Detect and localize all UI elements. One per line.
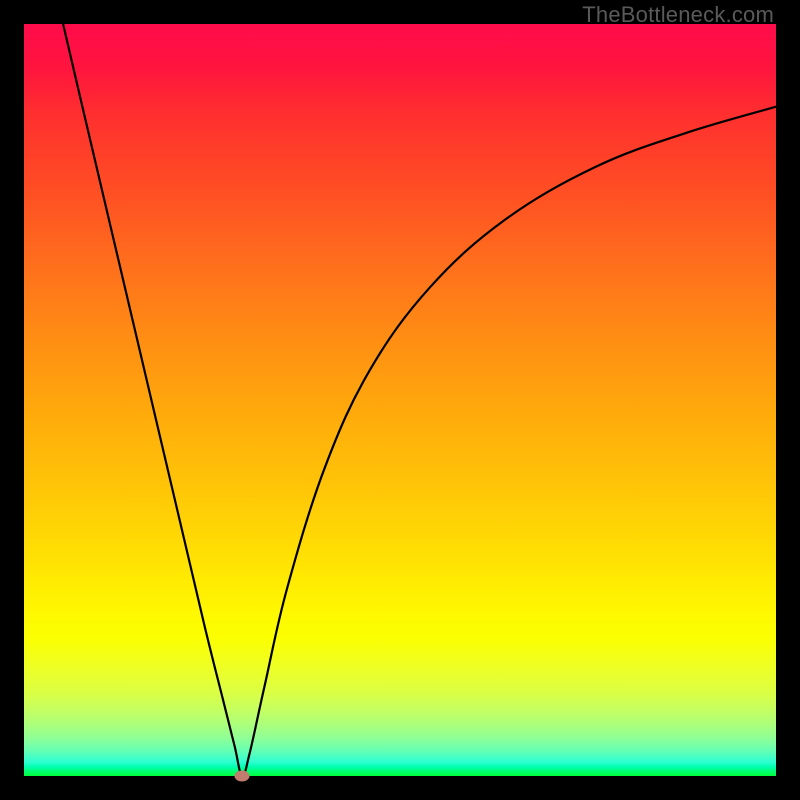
chart-plot-area bbox=[24, 24, 776, 776]
watermark-text: TheBottleneck.com bbox=[582, 2, 774, 28]
chart-curve-svg bbox=[24, 24, 776, 776]
minimum-marker bbox=[235, 771, 250, 782]
bottleneck-curve bbox=[63, 24, 776, 776]
chart-frame: TheBottleneck.com bbox=[0, 0, 800, 800]
